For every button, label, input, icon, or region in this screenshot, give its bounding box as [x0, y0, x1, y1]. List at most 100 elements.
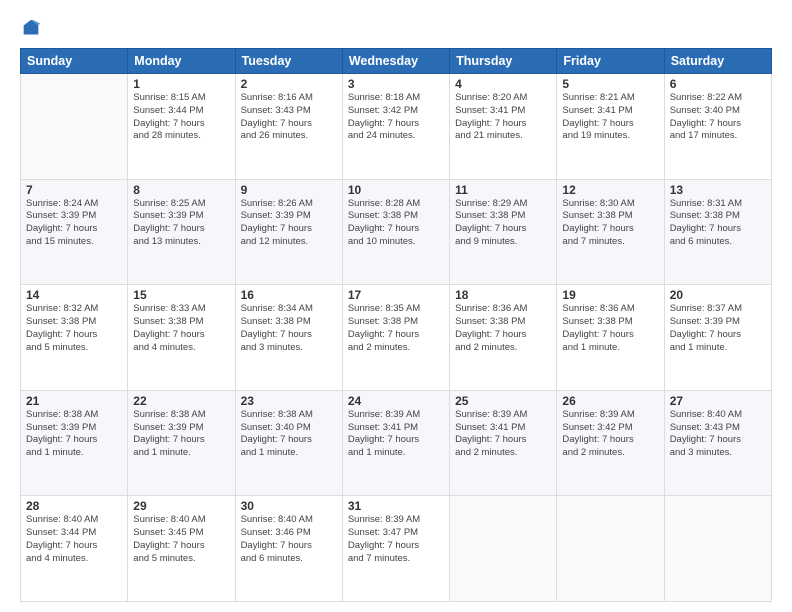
day-number: 9 — [241, 183, 337, 197]
day-info: Sunrise: 8:38 AM Sunset: 3:39 PM Dayligh… — [133, 409, 229, 460]
calendar-cell — [450, 496, 557, 602]
calendar-cell: 23Sunrise: 8:38 AM Sunset: 3:40 PM Dayli… — [235, 390, 342, 496]
day-info: Sunrise: 8:40 AM Sunset: 3:44 PM Dayligh… — [26, 514, 122, 565]
calendar-cell: 8Sunrise: 8:25 AM Sunset: 3:39 PM Daylig… — [128, 179, 235, 285]
day-info: Sunrise: 8:15 AM Sunset: 3:44 PM Dayligh… — [133, 92, 229, 143]
day-number: 2 — [241, 77, 337, 91]
calendar-week-row: 7Sunrise: 8:24 AM Sunset: 3:39 PM Daylig… — [21, 179, 772, 285]
day-number: 12 — [562, 183, 658, 197]
day-number: 7 — [26, 183, 122, 197]
day-info: Sunrise: 8:22 AM Sunset: 3:40 PM Dayligh… — [670, 92, 766, 143]
calendar-week-row: 14Sunrise: 8:32 AM Sunset: 3:38 PM Dayli… — [21, 285, 772, 391]
day-number: 27 — [670, 394, 766, 408]
calendar-cell: 11Sunrise: 8:29 AM Sunset: 3:38 PM Dayli… — [450, 179, 557, 285]
day-info: Sunrise: 8:31 AM Sunset: 3:38 PM Dayligh… — [670, 198, 766, 249]
calendar-header-monday: Monday — [128, 49, 235, 74]
calendar-cell: 3Sunrise: 8:18 AM Sunset: 3:42 PM Daylig… — [342, 74, 449, 180]
day-number: 21 — [26, 394, 122, 408]
calendar-cell: 29Sunrise: 8:40 AM Sunset: 3:45 PM Dayli… — [128, 496, 235, 602]
day-number: 26 — [562, 394, 658, 408]
calendar-header-wednesday: Wednesday — [342, 49, 449, 74]
day-number: 11 — [455, 183, 551, 197]
day-info: Sunrise: 8:29 AM Sunset: 3:38 PM Dayligh… — [455, 198, 551, 249]
day-info: Sunrise: 8:36 AM Sunset: 3:38 PM Dayligh… — [455, 303, 551, 354]
day-info: Sunrise: 8:36 AM Sunset: 3:38 PM Dayligh… — [562, 303, 658, 354]
calendar-cell: 30Sunrise: 8:40 AM Sunset: 3:46 PM Dayli… — [235, 496, 342, 602]
day-info: Sunrise: 8:16 AM Sunset: 3:43 PM Dayligh… — [241, 92, 337, 143]
calendar-week-row: 1Sunrise: 8:15 AM Sunset: 3:44 PM Daylig… — [21, 74, 772, 180]
calendar-cell: 2Sunrise: 8:16 AM Sunset: 3:43 PM Daylig… — [235, 74, 342, 180]
logo — [20, 18, 44, 40]
day-info: Sunrise: 8:33 AM Sunset: 3:38 PM Dayligh… — [133, 303, 229, 354]
day-info: Sunrise: 8:39 AM Sunset: 3:41 PM Dayligh… — [455, 409, 551, 460]
calendar-cell: 28Sunrise: 8:40 AM Sunset: 3:44 PM Dayli… — [21, 496, 128, 602]
calendar-week-row: 21Sunrise: 8:38 AM Sunset: 3:39 PM Dayli… — [21, 390, 772, 496]
calendar-header-sunday: Sunday — [21, 49, 128, 74]
calendar-header-thursday: Thursday — [450, 49, 557, 74]
calendar-cell: 15Sunrise: 8:33 AM Sunset: 3:38 PM Dayli… — [128, 285, 235, 391]
calendar-cell: 22Sunrise: 8:38 AM Sunset: 3:39 PM Dayli… — [128, 390, 235, 496]
logo-icon — [20, 18, 42, 40]
day-number: 15 — [133, 288, 229, 302]
day-number: 16 — [241, 288, 337, 302]
day-number: 25 — [455, 394, 551, 408]
day-number: 23 — [241, 394, 337, 408]
day-number: 5 — [562, 77, 658, 91]
day-number: 10 — [348, 183, 444, 197]
day-number: 20 — [670, 288, 766, 302]
calendar-cell: 14Sunrise: 8:32 AM Sunset: 3:38 PM Dayli… — [21, 285, 128, 391]
day-number: 3 — [348, 77, 444, 91]
calendar-cell: 19Sunrise: 8:36 AM Sunset: 3:38 PM Dayli… — [557, 285, 664, 391]
day-info: Sunrise: 8:30 AM Sunset: 3:38 PM Dayligh… — [562, 198, 658, 249]
day-number: 18 — [455, 288, 551, 302]
day-info: Sunrise: 8:40 AM Sunset: 3:45 PM Dayligh… — [133, 514, 229, 565]
day-info: Sunrise: 8:35 AM Sunset: 3:38 PM Dayligh… — [348, 303, 444, 354]
day-number: 19 — [562, 288, 658, 302]
calendar-week-row: 28Sunrise: 8:40 AM Sunset: 3:44 PM Dayli… — [21, 496, 772, 602]
page: SundayMondayTuesdayWednesdayThursdayFrid… — [0, 0, 792, 612]
day-number: 17 — [348, 288, 444, 302]
day-info: Sunrise: 8:21 AM Sunset: 3:41 PM Dayligh… — [562, 92, 658, 143]
day-info: Sunrise: 8:26 AM Sunset: 3:39 PM Dayligh… — [241, 198, 337, 249]
calendar-header-friday: Friday — [557, 49, 664, 74]
day-info: Sunrise: 8:40 AM Sunset: 3:43 PM Dayligh… — [670, 409, 766, 460]
calendar-cell: 16Sunrise: 8:34 AM Sunset: 3:38 PM Dayli… — [235, 285, 342, 391]
day-info: Sunrise: 8:28 AM Sunset: 3:38 PM Dayligh… — [348, 198, 444, 249]
calendar-cell: 7Sunrise: 8:24 AM Sunset: 3:39 PM Daylig… — [21, 179, 128, 285]
day-info: Sunrise: 8:39 AM Sunset: 3:42 PM Dayligh… — [562, 409, 658, 460]
day-info: Sunrise: 8:38 AM Sunset: 3:39 PM Dayligh… — [26, 409, 122, 460]
day-number: 6 — [670, 77, 766, 91]
calendar-cell: 12Sunrise: 8:30 AM Sunset: 3:38 PM Dayli… — [557, 179, 664, 285]
header — [20, 18, 772, 40]
calendar-cell: 26Sunrise: 8:39 AM Sunset: 3:42 PM Dayli… — [557, 390, 664, 496]
day-info: Sunrise: 8:39 AM Sunset: 3:41 PM Dayligh… — [348, 409, 444, 460]
day-number: 22 — [133, 394, 229, 408]
day-number: 24 — [348, 394, 444, 408]
calendar-header-tuesday: Tuesday — [235, 49, 342, 74]
calendar: SundayMondayTuesdayWednesdayThursdayFrid… — [20, 48, 772, 602]
calendar-cell: 4Sunrise: 8:20 AM Sunset: 3:41 PM Daylig… — [450, 74, 557, 180]
day-info: Sunrise: 8:25 AM Sunset: 3:39 PM Dayligh… — [133, 198, 229, 249]
calendar-cell — [664, 496, 771, 602]
day-info: Sunrise: 8:34 AM Sunset: 3:38 PM Dayligh… — [241, 303, 337, 354]
day-info: Sunrise: 8:38 AM Sunset: 3:40 PM Dayligh… — [241, 409, 337, 460]
day-number: 4 — [455, 77, 551, 91]
day-number: 31 — [348, 499, 444, 513]
day-number: 13 — [670, 183, 766, 197]
calendar-cell: 18Sunrise: 8:36 AM Sunset: 3:38 PM Dayli… — [450, 285, 557, 391]
day-number: 14 — [26, 288, 122, 302]
calendar-cell: 10Sunrise: 8:28 AM Sunset: 3:38 PM Dayli… — [342, 179, 449, 285]
calendar-cell: 17Sunrise: 8:35 AM Sunset: 3:38 PM Dayli… — [342, 285, 449, 391]
day-number: 8 — [133, 183, 229, 197]
day-info: Sunrise: 8:40 AM Sunset: 3:46 PM Dayligh… — [241, 514, 337, 565]
day-info: Sunrise: 8:18 AM Sunset: 3:42 PM Dayligh… — [348, 92, 444, 143]
day-number: 28 — [26, 499, 122, 513]
calendar-cell — [21, 74, 128, 180]
calendar-cell: 25Sunrise: 8:39 AM Sunset: 3:41 PM Dayli… — [450, 390, 557, 496]
calendar-cell: 31Sunrise: 8:39 AM Sunset: 3:47 PM Dayli… — [342, 496, 449, 602]
calendar-cell: 27Sunrise: 8:40 AM Sunset: 3:43 PM Dayli… — [664, 390, 771, 496]
day-number: 1 — [133, 77, 229, 91]
calendar-cell: 24Sunrise: 8:39 AM Sunset: 3:41 PM Dayli… — [342, 390, 449, 496]
calendar-cell: 21Sunrise: 8:38 AM Sunset: 3:39 PM Dayli… — [21, 390, 128, 496]
calendar-cell: 9Sunrise: 8:26 AM Sunset: 3:39 PM Daylig… — [235, 179, 342, 285]
